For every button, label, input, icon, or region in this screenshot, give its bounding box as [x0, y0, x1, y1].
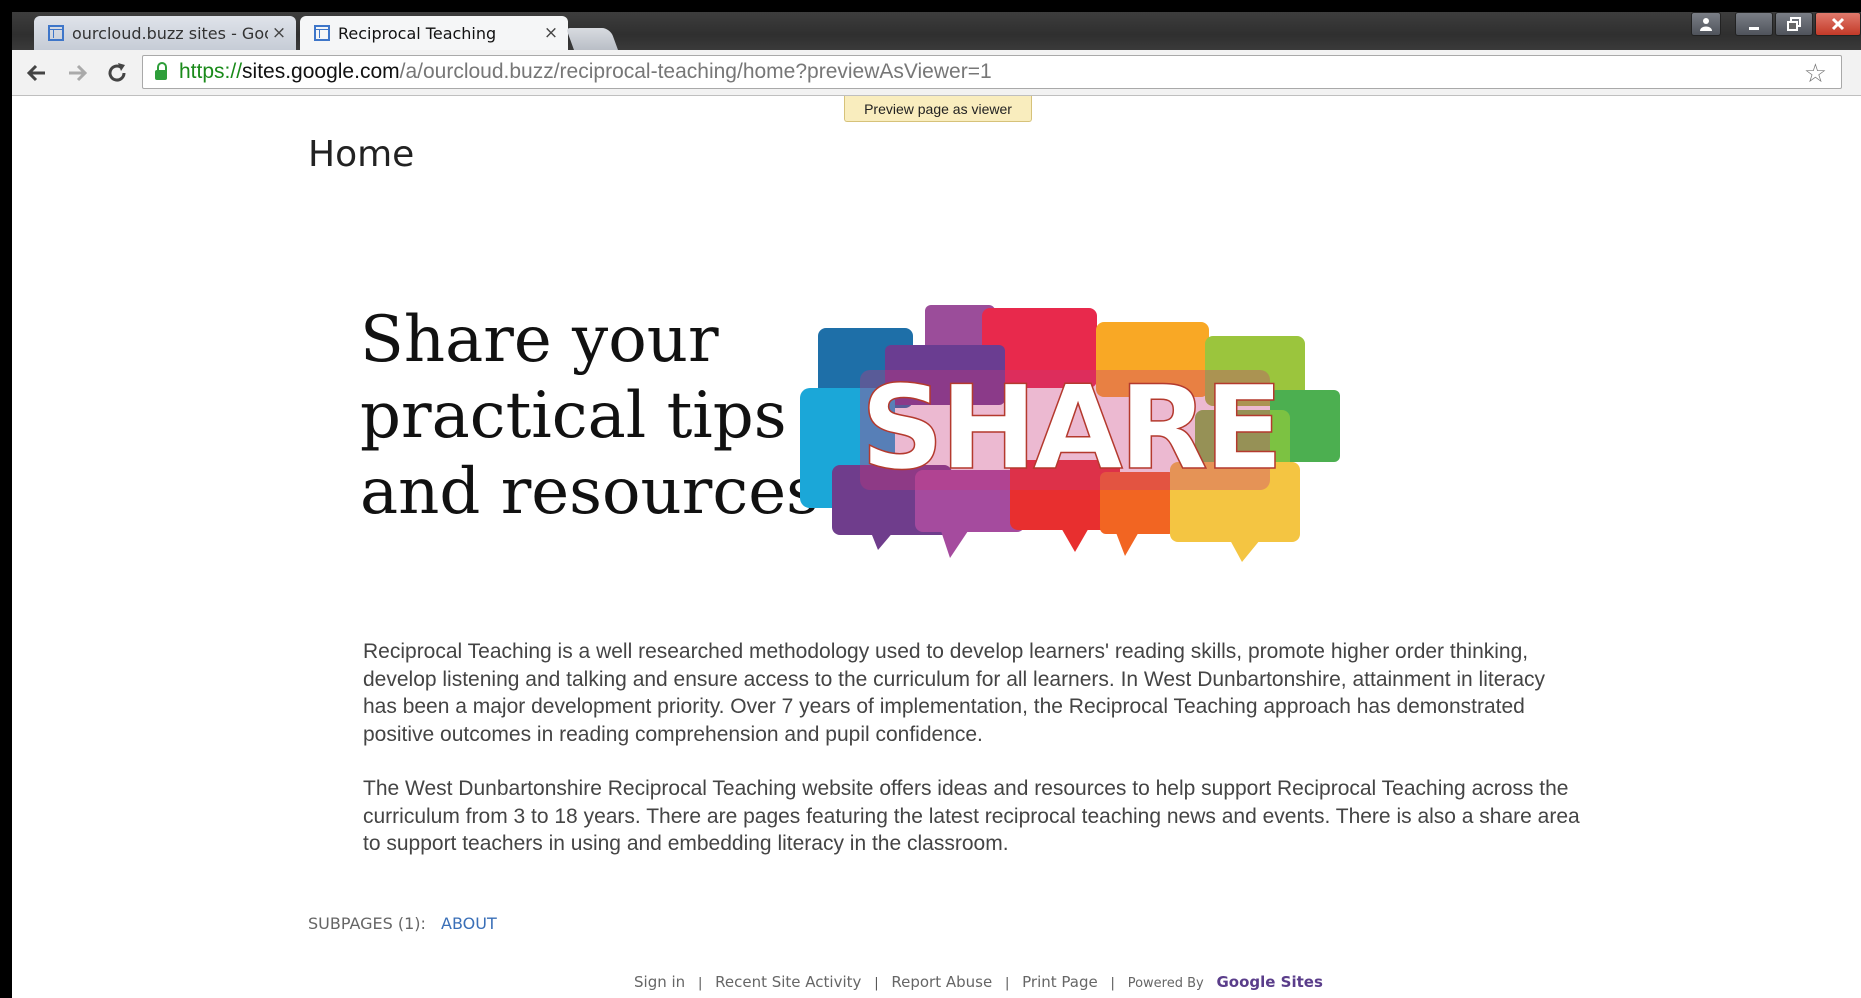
url-host: sites.google.com	[242, 60, 400, 83]
footer-separator: |	[1110, 976, 1115, 991]
intro-paragraph: Reciprocal Teaching is a well researched…	[363, 640, 1546, 746]
browser-toolbar: https://sites.google.com/a/ourcloud.buzz…	[12, 50, 1861, 96]
url-scheme: https://	[179, 60, 243, 83]
new-tab-button[interactable]	[565, 28, 619, 50]
close-window-icon[interactable]	[1815, 12, 1861, 36]
restore-icon[interactable]	[1775, 12, 1813, 36]
share-word: SHARE	[861, 361, 1280, 496]
tab-reciprocal-teaching[interactable]: Reciprocal Teaching ×	[300, 16, 568, 50]
subpages-label: SUBPAGES (1):	[308, 914, 426, 933]
url-path: /a/ourcloud.buzz/reciprocal-teaching/hom…	[399, 60, 992, 83]
subpages-list: SUBPAGES (1): ABOUT	[308, 914, 497, 933]
footer-separator: |	[697, 976, 703, 991]
tab-title: ourcloud.buzz sites - Goo	[72, 23, 268, 43]
recent-site-activity-link[interactable]: Recent Site Activity	[715, 973, 861, 991]
address-bar[interactable]: https://sites.google.com/a/ourcloud.buzz…	[142, 55, 1842, 89]
tab-title: Reciprocal Teaching	[338, 23, 497, 43]
share-speech-bubbles-image: SHARE	[800, 300, 1340, 562]
hero-line: practical tips	[360, 379, 787, 453]
tab-ourcloud-sites[interactable]: ourcloud.buzz sites - Goo ×	[34, 16, 296, 50]
tab-close-icon[interactable]: ×	[540, 23, 562, 43]
site-footer: Sign in | Recent Site Activity | Report …	[634, 973, 1323, 991]
preview-badge[interactable]: Preview page as viewer	[844, 96, 1032, 122]
tab-strip: ourcloud.buzz sites - Goo × Reciprocal T…	[12, 12, 1861, 50]
sign-in-link[interactable]: Sign in	[634, 973, 685, 991]
powered-by-label: Powered By	[1127, 976, 1204, 991]
footer-separator: |	[1004, 976, 1010, 991]
reload-icon[interactable]	[102, 58, 132, 88]
lock-icon[interactable]	[155, 62, 167, 80]
star-icon[interactable]: ☆	[1804, 58, 1827, 89]
hero-line: Share your	[360, 303, 719, 377]
google-sites-favicon-icon	[48, 25, 64, 41]
subpage-link-about[interactable]: ABOUT	[441, 914, 497, 933]
website-paragraph: The West Dunbartonshire Reciprocal Teach…	[363, 777, 1580, 855]
report-abuse-link[interactable]: Report Abuse	[891, 973, 992, 991]
hero-text: Share your practical tips and resources	[360, 302, 819, 530]
print-page-link[interactable]: Print Page	[1022, 973, 1098, 991]
google-sites-link[interactable]: Google Sites	[1216, 973, 1322, 991]
user-profile-icon[interactable]	[1691, 12, 1721, 36]
window-controls	[1689, 12, 1861, 38]
hero-line: and resources	[360, 455, 819, 529]
page-title: Home	[308, 134, 415, 175]
tab-close-icon[interactable]: ×	[268, 23, 290, 43]
forward-arrow-icon[interactable]	[62, 58, 92, 88]
google-sites-favicon-icon	[314, 25, 330, 41]
footer-separator: |	[874, 976, 879, 991]
back-arrow-icon[interactable]	[22, 58, 52, 88]
minimize-icon[interactable]	[1735, 12, 1773, 36]
